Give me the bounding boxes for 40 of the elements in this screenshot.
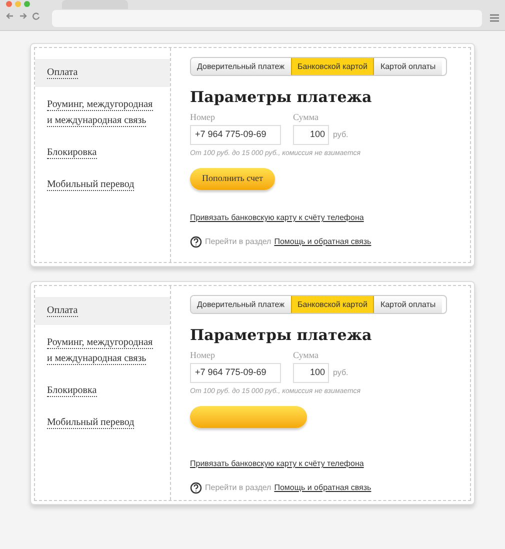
back-arrow-icon[interactable] (6, 12, 14, 20)
help-icon (190, 482, 202, 494)
sidebar-item[interactable]: Мобильный перевод (35, 171, 170, 199)
help-link[interactable]: Помощь и обратная связь (274, 236, 372, 248)
link-card-link[interactable]: Привязать банковскую карту к счёту телефона (190, 213, 364, 222)
sidebar-item[interactable]: Роуминг, междугородная и международная связь (35, 91, 170, 135)
payment-tab[interactable]: Банковской картой (290, 296, 374, 313)
help-text: Перейти в раздел (205, 236, 272, 248)
currency-label: руб. (333, 366, 348, 378)
form-title: Параметры платежа (190, 88, 373, 106)
field-label: Номер (190, 349, 216, 362)
phone-field[interactable]: +7 964 775-09-69 (190, 124, 281, 144)
sidebar-item[interactable]: Блокировка (35, 139, 170, 167)
top-up-button[interactable]: Пополнить счет (190, 168, 275, 190)
link-card-link[interactable]: Привязать банковскую карту к счёту телефона (190, 459, 364, 468)
payment-tab[interactable]: Банковской картой (290, 58, 374, 75)
field-label: Сумма (293, 111, 320, 124)
sidebar-item[interactable]: Роуминг, междугородная и международная связь (35, 329, 170, 373)
amount-field[interactable]: 100 (293, 362, 329, 382)
form-title: Параметры платежа (190, 326, 373, 344)
reload-icon[interactable] (32, 12, 40, 20)
menu-icon[interactable] (490, 14, 499, 22)
phone-field[interactable]: +7 964 775-09-69 (190, 362, 281, 382)
sidebar-item[interactable]: Мобильный перевод (35, 409, 170, 437)
help-icon (190, 236, 202, 248)
payment-tab[interactable]: Картой оплаты (374, 296, 442, 313)
field-label: Номер (190, 111, 216, 124)
forward-arrow-icon[interactable] (19, 12, 27, 20)
field-label: Сумма (293, 349, 320, 362)
currency-label: руб. (333, 128, 348, 140)
amount-field[interactable]: 100 (293, 124, 329, 144)
payment-tab[interactable]: Доверительный платеж (191, 296, 290, 313)
help-text: Перейти в раздел (205, 482, 272, 494)
sidebar-item[interactable]: Оплата (35, 59, 170, 87)
payment-tab[interactable]: Доверительный платеж (191, 58, 290, 75)
payment-tab[interactable]: Картой оплаты (374, 58, 442, 75)
sidebar-item[interactable]: Блокировка (35, 377, 170, 405)
top-up-button[interactable] (190, 406, 307, 428)
help-link[interactable]: Помощь и обратная связь (274, 482, 372, 494)
sidebar-item[interactable]: Оплата (35, 297, 170, 325)
